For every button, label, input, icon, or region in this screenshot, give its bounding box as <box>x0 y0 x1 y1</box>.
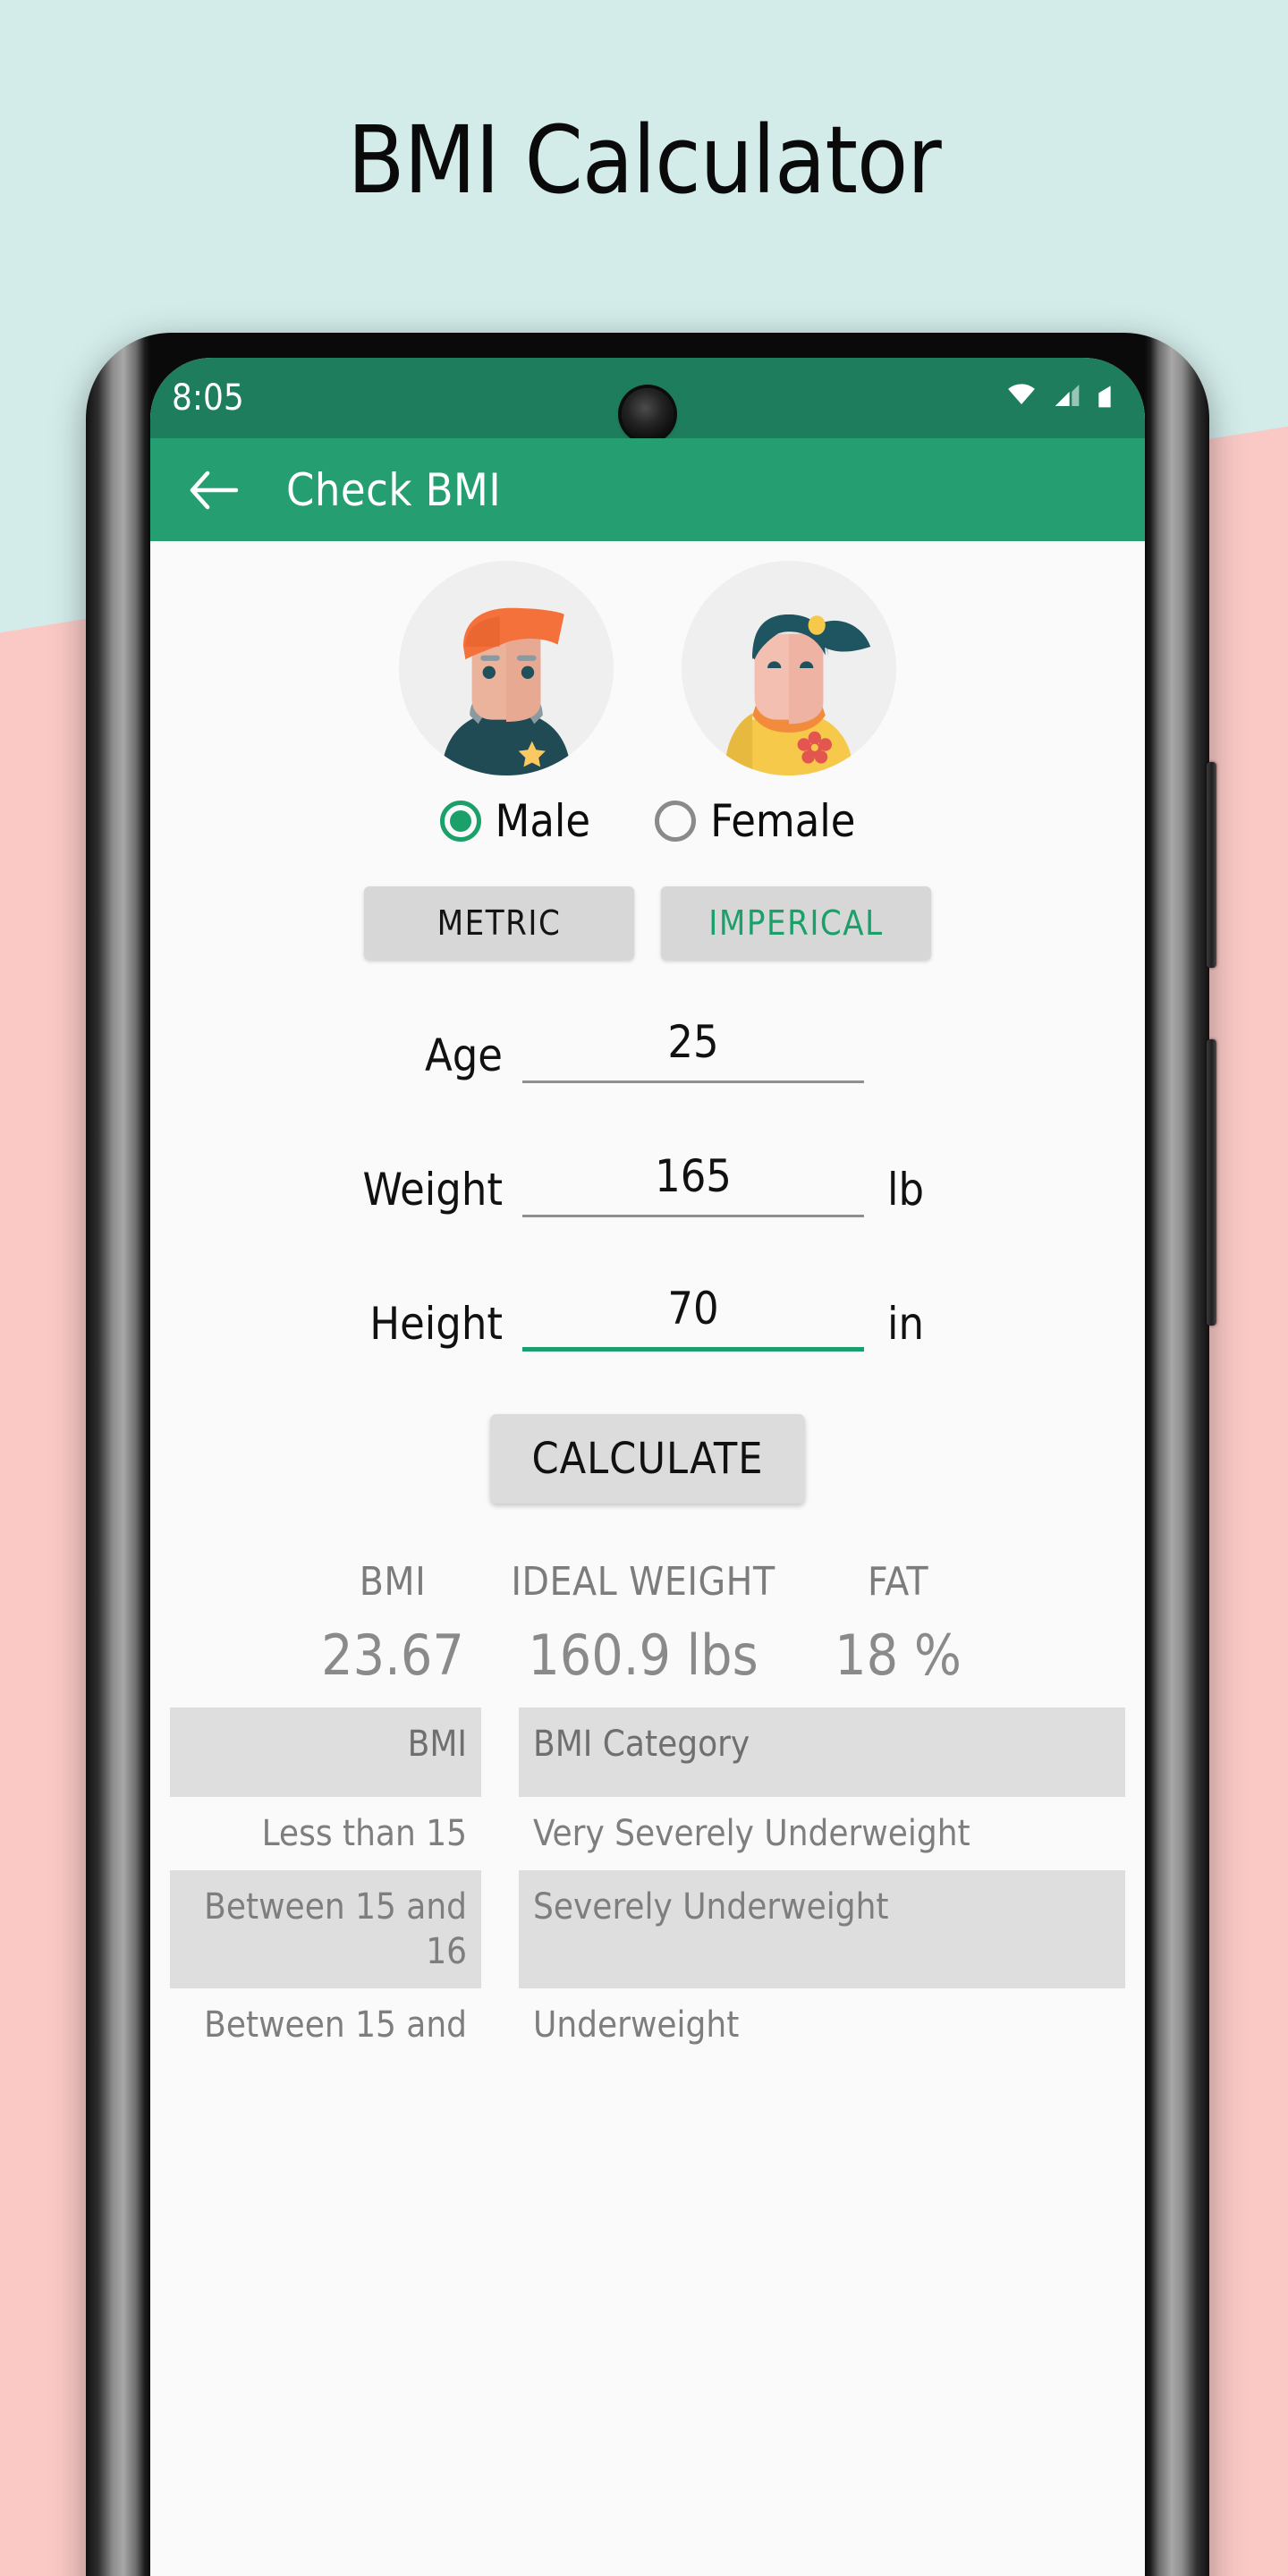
gender-radio-group: Male Female <box>150 795 1145 847</box>
status-bar-clock: 8:05 <box>172 377 244 419</box>
gender-label-female: Female <box>710 795 856 847</box>
phone-side-button-volume[interactable] <box>1207 762 1216 968</box>
page-root: BMI Calculator 8:05 Check BMI Male Femal… <box>0 0 1288 2576</box>
tab-metric[interactable]: METRIC <box>364 886 634 960</box>
height-unit: in <box>887 1298 925 1350</box>
bmi-category-table: BMI BMI Category Less than 15 Very Sever… <box>150 1707 1145 2062</box>
table-cell-category: Underweight <box>533 2004 740 2046</box>
table-row: Between 15 and Underweight <box>170 1988 1125 2062</box>
results-headers: BMI IDEAL WEIGHT FAT <box>150 1559 1145 1605</box>
table-header-bmi: BMI <box>407 1724 467 1765</box>
unit-system-tabs: METRIC IMPERICAL <box>150 886 1145 960</box>
radio-female-icon[interactable] <box>655 801 697 842</box>
table-cell-category: Severely Underweight <box>533 1886 889 1928</box>
height-label: Height <box>369 1298 503 1350</box>
weight-unit: lb <box>887 1164 925 1216</box>
result-value-ideal: 160.9 lbs <box>528 1623 758 1688</box>
result-header-fat: FAT <box>867 1559 929 1605</box>
calculate-button-wrap: CALCULATE <box>150 1414 1145 1504</box>
table-row: Less than 15 Very Severely Underweight <box>170 1797 1125 1870</box>
table-cell-bmi: Less than 15 <box>261 1813 467 1854</box>
height-input[interactable]: 70 <box>522 1283 864 1352</box>
back-arrow-icon[interactable] <box>188 470 238 511</box>
input-fields: Age 25 Weight 165 lb Height 70 in <box>150 1012 1145 1352</box>
male-avatar[interactable] <box>399 561 614 775</box>
table-header-row: BMI BMI Category <box>170 1707 1125 1797</box>
age-input[interactable]: 25 <box>522 1016 864 1083</box>
result-value-fat: 18 % <box>835 1623 962 1688</box>
result-value-bmi: 23.67 <box>321 1623 464 1688</box>
gender-label-male: Male <box>495 795 591 847</box>
gender-option-male[interactable]: Male <box>439 795 591 847</box>
field-row-age: Age 25 <box>150 1012 1145 1083</box>
female-avatar[interactable] <box>682 561 896 775</box>
result-header-bmi: BMI <box>359 1559 427 1605</box>
gender-option-female[interactable]: Female <box>655 795 855 847</box>
wifi-icon <box>1008 384 1035 404</box>
table-cell-bmi: Between 15 and <box>204 2004 467 2046</box>
phone-screen: 8:05 Check BMI Male Female METRIC IMPERI… <box>150 358 1145 2576</box>
calculate-button[interactable]: CALCULATE <box>490 1414 805 1504</box>
results-values: 23.67 160.9 lbs 18 % <box>150 1623 1145 1688</box>
radio-male-icon[interactable] <box>439 801 481 842</box>
result-header-ideal: IDEAL WEIGHT <box>511 1559 775 1605</box>
weight-label: Weight <box>362 1164 503 1216</box>
app-bar-title: Check BMI <box>286 463 502 516</box>
weight-input[interactable]: 165 <box>522 1150 864 1217</box>
status-bar-icons <box>1004 381 1114 410</box>
table-row: Between 15 and 16 Severely Underweight <box>170 1870 1125 1988</box>
cellular-signal-icon <box>1055 385 1080 406</box>
field-row-height: Height 70 in <box>150 1280 1145 1352</box>
status-bar: 8:05 <box>150 358 1145 440</box>
battery-icon <box>1098 386 1111 408</box>
age-label: Age <box>424 1030 503 1081</box>
table-cell-category: Very Severely Underweight <box>533 1813 970 1854</box>
gender-avatars <box>150 541 1145 775</box>
table-cell-bmi: Between 15 and 16 <box>204 1886 467 1972</box>
app-bar: Check BMI <box>150 438 1145 541</box>
page-title: BMI Calculator <box>347 106 941 215</box>
table-header-category: BMI Category <box>533 1724 750 1765</box>
tab-imperical[interactable]: IMPERICAL <box>661 886 931 960</box>
field-row-weight: Weight 165 lb <box>150 1146 1145 1217</box>
phone-frame: 8:05 Check BMI Male Female METRIC IMPERI… <box>86 333 1216 2576</box>
main-content: Male Female METRIC IMPERICAL Age 25 Weig… <box>150 541 1145 2576</box>
phone-side-button-power[interactable] <box>1207 1039 1216 1326</box>
front-camera-punch-hole <box>622 388 674 440</box>
